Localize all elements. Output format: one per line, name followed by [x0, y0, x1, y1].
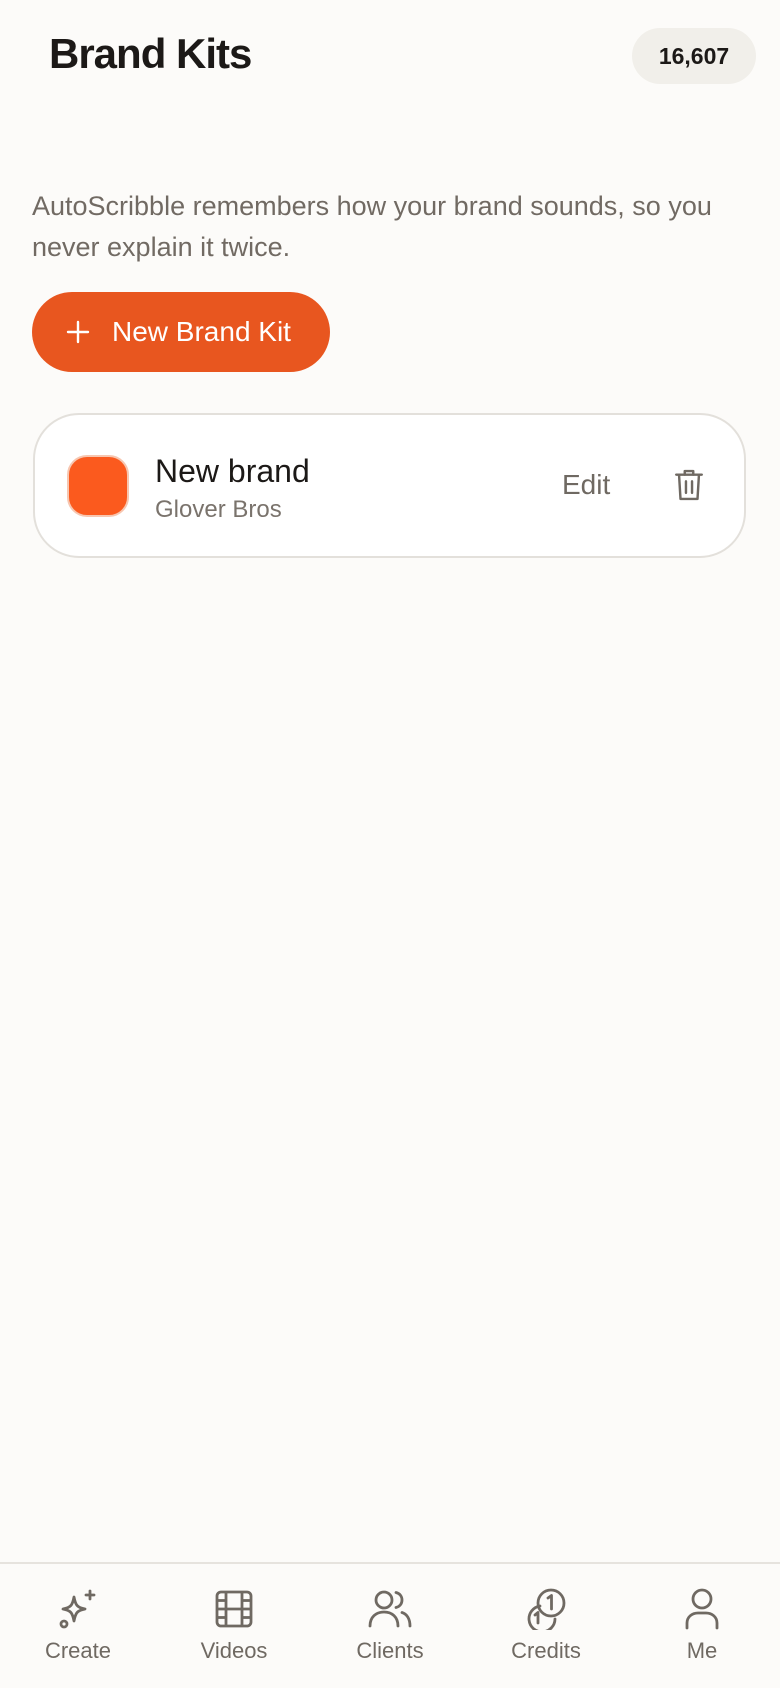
nav-item-credits[interactable]: Credits	[468, 1564, 624, 1688]
nav-item-me[interactable]: Me	[624, 1564, 780, 1688]
coins-icon	[523, 1586, 569, 1632]
brand-kit-name: New brand	[155, 453, 310, 489]
nav-item-clients[interactable]: Clients	[312, 1564, 468, 1688]
new-brand-kit-button[interactable]: New Brand Kit	[32, 292, 330, 372]
intro-text: AutoScribble remembers how your brand so…	[32, 191, 712, 262]
nav-label-credits: Credits	[511, 1638, 581, 1663]
plus-icon	[66, 320, 90, 344]
brand-kit-card[interactable]: New brand Glover Bros Edit	[33, 413, 746, 558]
nav-item-videos[interactable]: Videos	[156, 1564, 312, 1688]
brand-kit-client: Glover Bros	[155, 496, 282, 523]
users-icon	[367, 1586, 413, 1632]
brand-color-swatch	[67, 455, 129, 517]
header: Brand Kits 16,607	[0, 0, 780, 112]
trash-icon	[675, 469, 703, 501]
film-icon	[211, 1586, 257, 1632]
delete-brand-kit-button[interactable]	[669, 465, 709, 505]
person-icon	[679, 1586, 725, 1632]
nav-item-create[interactable]: Create	[0, 1564, 156, 1688]
nav-label-clients: Clients	[356, 1638, 424, 1663]
new-brand-kit-label: New Brand Kit	[112, 316, 291, 347]
sparkle-icon	[55, 1586, 101, 1632]
credits-balance-badge[interactable]: 16,607	[632, 28, 756, 84]
page-title: Brand Kits	[49, 30, 252, 77]
edit-brand-kit-button[interactable]: Edit	[562, 465, 610, 505]
nav-label-me: Me	[686, 1638, 718, 1663]
nav-label-create: Create	[44, 1638, 112, 1663]
bottom-nav: Create Videos Clients Credits Me	[0, 1562, 780, 1688]
brand-kits-screen: Brand Kits 16,607 AutoScribble remembers…	[0, 0, 780, 1688]
nav-label-videos: Videos	[200, 1638, 268, 1663]
